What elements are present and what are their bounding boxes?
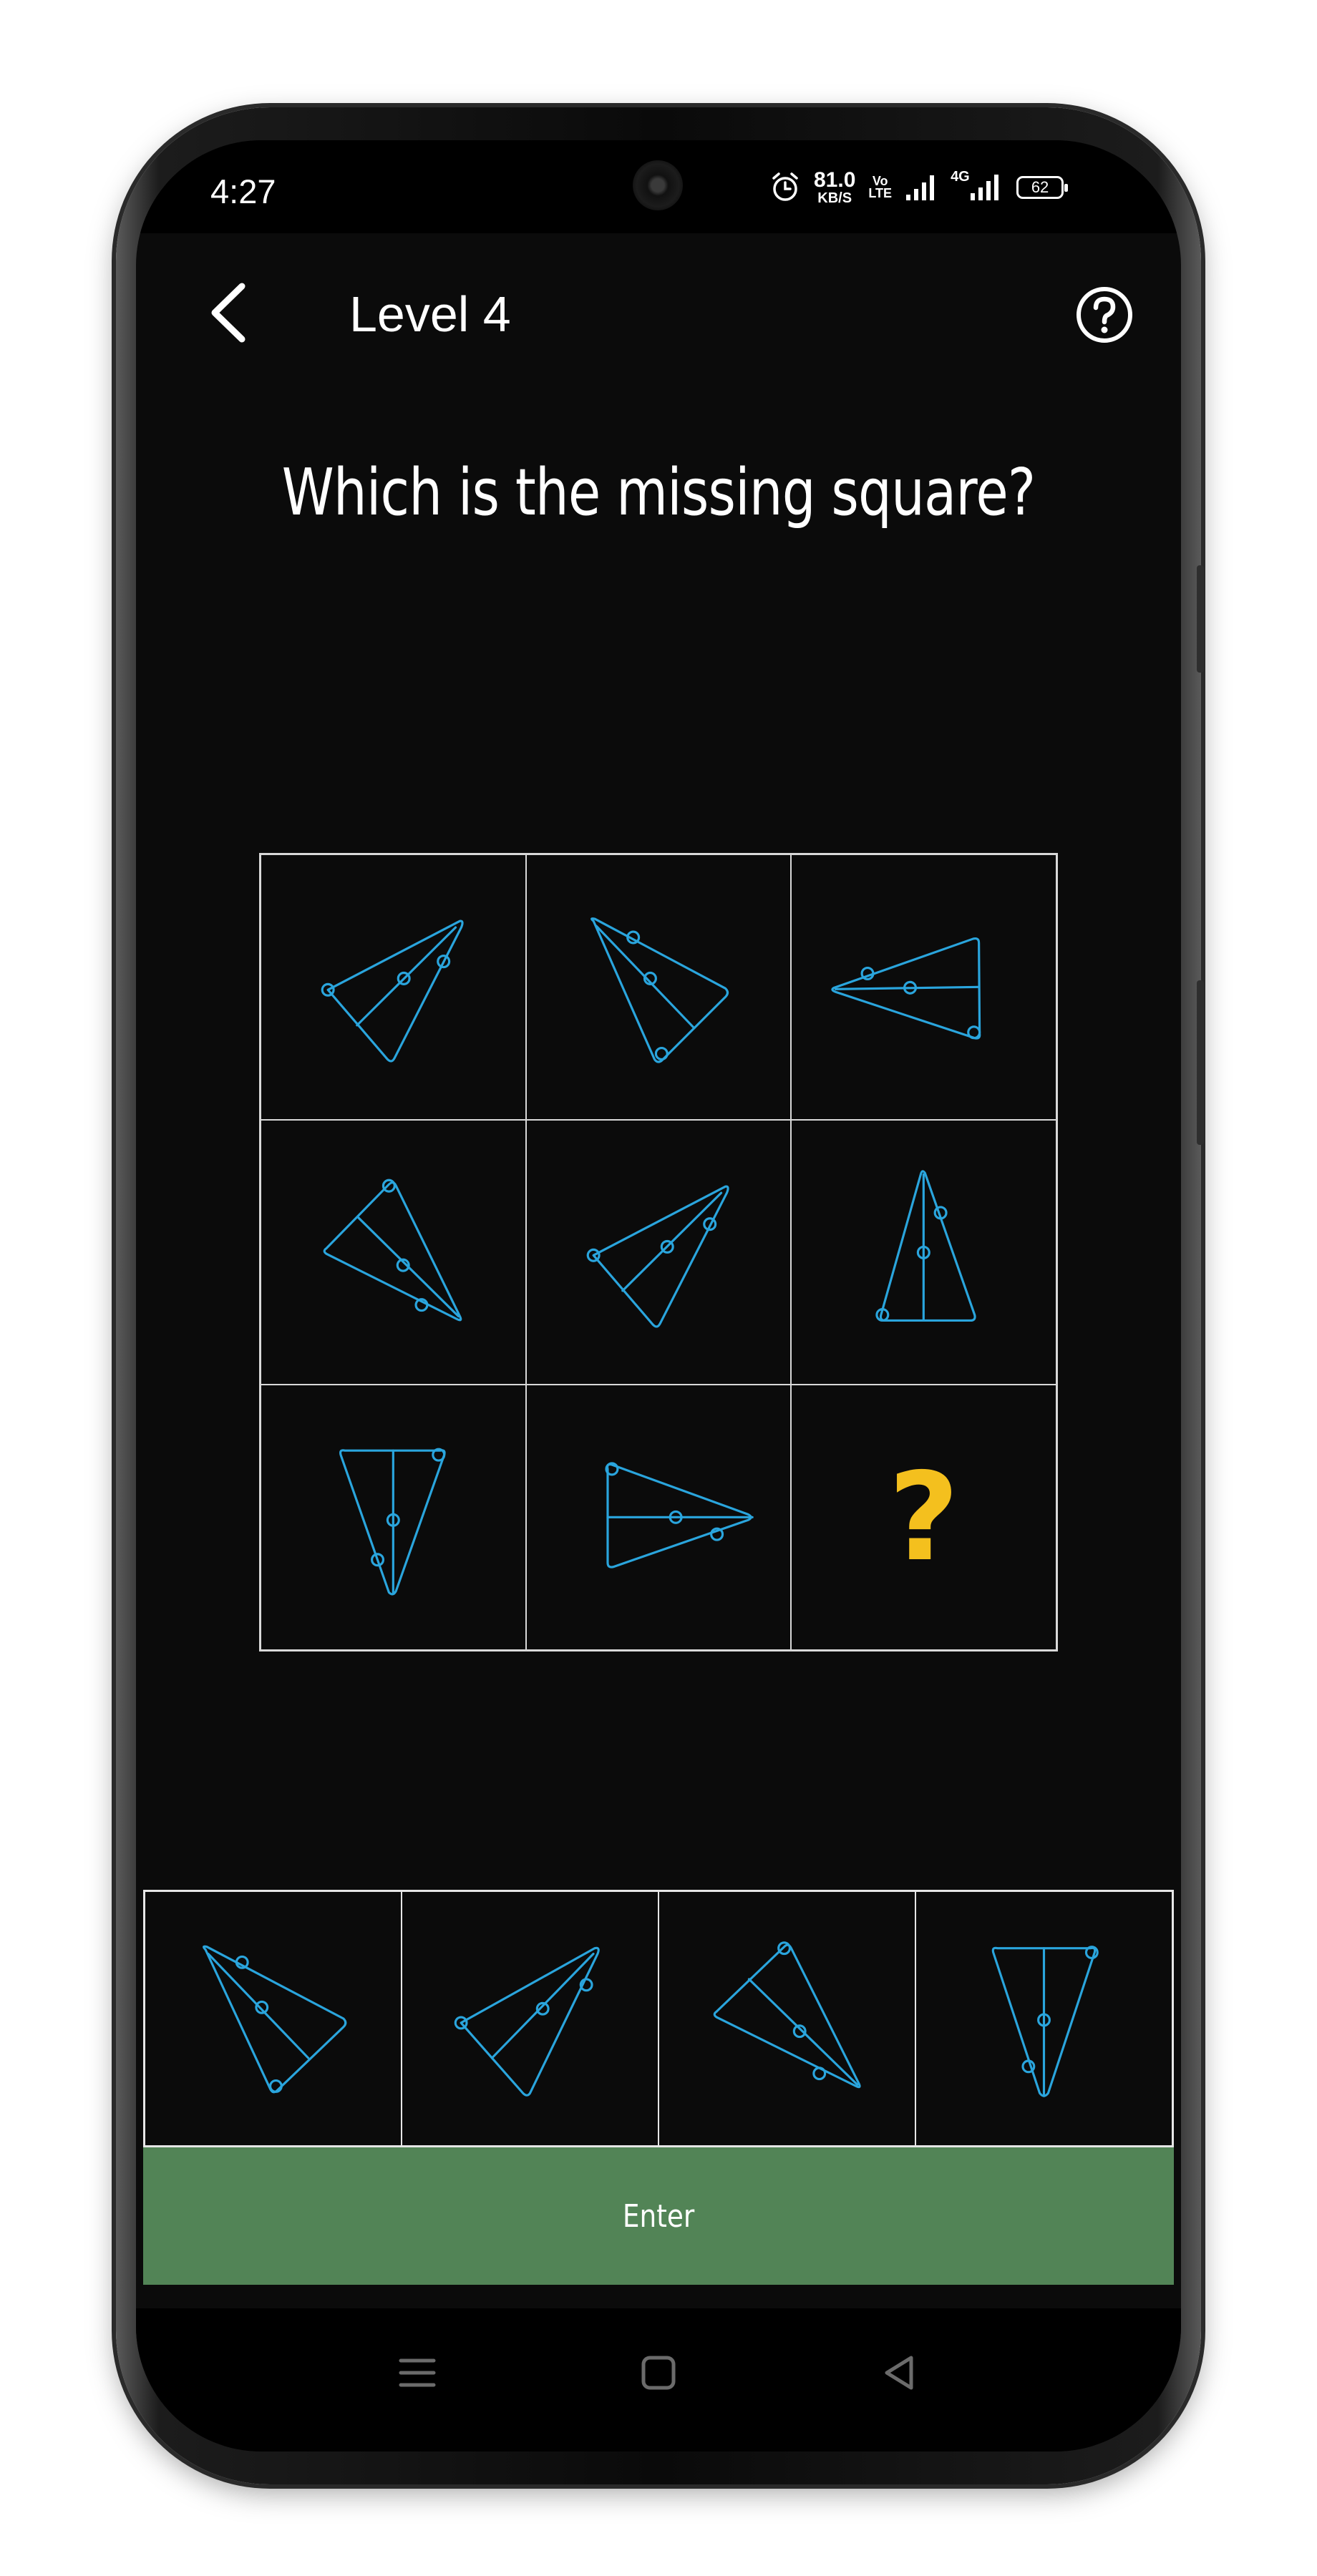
grid-cell [791, 1119, 1056, 1385]
volte-bottom: LTE [868, 186, 893, 200]
net-speed-value: 81.0 [814, 168, 856, 192]
status-time: 4:27 [210, 172, 276, 210]
grid-cell [525, 1385, 792, 1650]
grid-cell [525, 854, 792, 1120]
home-icon[interactable] [633, 2348, 684, 2398]
volte-indicator: Vo LTE [868, 175, 892, 200]
front-camera [633, 160, 683, 210]
signal-4g-icon: 4G [951, 169, 1003, 202]
option-3[interactable] [658, 1891, 915, 2146]
option-2[interactable] [402, 1891, 658, 2146]
navigation-bar [136, 2308, 1181, 2451]
grid-cell [791, 854, 1056, 1120]
answer-options [143, 1890, 1174, 2147]
triangle-figure [323, 1179, 462, 1322]
help-icon[interactable] [1075, 286, 1134, 344]
grid-cell [261, 1385, 526, 1650]
alarm-icon [772, 172, 798, 201]
grid-cell [261, 1119, 526, 1385]
triangle-figure [875, 1169, 976, 1322]
net-speed-unit: KB/S [817, 190, 852, 206]
volume-button [1197, 565, 1204, 673]
option-4[interactable] [915, 1891, 1172, 2146]
menu-icon[interactable] [392, 2348, 442, 2398]
battery-icon: 62 [1016, 176, 1069, 199]
option-1-figure [203, 1945, 347, 2094]
triangle-figure [586, 1185, 729, 1328]
level-title: Level 4 [349, 286, 511, 342]
triangle-figure [321, 919, 464, 1063]
net-speed: 81.0 KB/S [814, 168, 856, 206]
triangle-figure [831, 937, 981, 1040]
battery-level: 62 [1031, 178, 1049, 196]
status-icons: 81.0 KB/S Vo LTE 4G 62 [769, 166, 1069, 209]
grid-cell [525, 1119, 792, 1385]
signal-icon [906, 175, 935, 200]
option-1[interactable] [145, 1891, 402, 2146]
option-4-figure [991, 1946, 1099, 2097]
triangle-figure [605, 1462, 754, 1568]
screen: 4:27 81.0 KB/S Vo LTE 4G 62 Level 4 Whic… [136, 140, 1181, 2451]
puzzle-grid: ? [259, 853, 1058, 1652]
grid-cell [261, 854, 526, 1120]
back-chevron-icon[interactable] [200, 280, 258, 345]
missing-cell: ? [791, 1385, 1056, 1650]
option-3-figure [713, 1941, 861, 2089]
enter-button-label: Enter [622, 2197, 695, 2235]
triangle-figure [590, 917, 729, 1063]
triangle-figure [339, 1448, 446, 1596]
missing-question-mark: ? [888, 1446, 959, 1589]
enter-button[interactable]: Enter [143, 2147, 1174, 2285]
power-button [1197, 980, 1204, 1145]
option-2-figure [454, 1946, 600, 2097]
back-triangle-icon[interactable] [874, 2348, 924, 2398]
question-title: Which is the missing square? [281, 455, 1036, 530]
status-bar: 4:27 81.0 KB/S Vo LTE 4G 62 [136, 140, 1181, 233]
signal-bars-icon [971, 175, 999, 200]
